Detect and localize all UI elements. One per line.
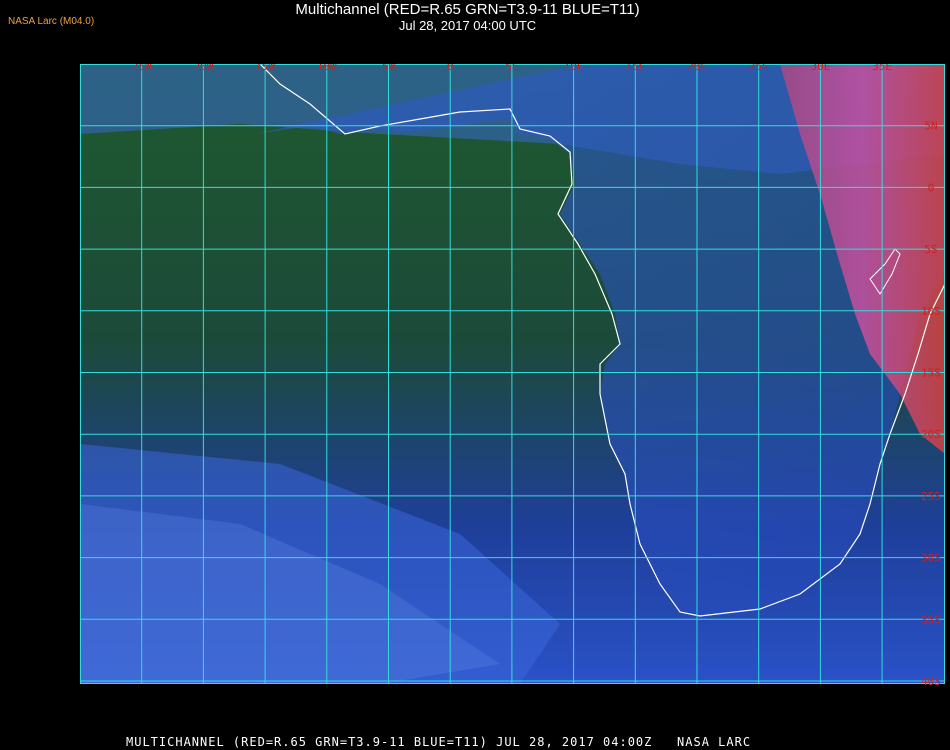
- latitude-label: 10S: [921, 305, 941, 318]
- longitude-label: 20W: [193, 64, 213, 73]
- latitude-label: 25S: [921, 490, 941, 503]
- satellite-image: 25W 20W 15W 10W 5W 0 5E 10E 15E 20E 25E 30E 35E 5N 0 5…: [80, 64, 945, 688]
- latitude-label: 35S: [921, 613, 941, 626]
- latitude-label: 15S: [921, 367, 941, 380]
- image-title: Multichannel (RED=R.65 GRN=T3.9-11 BLUE=…: [295, 1, 640, 18]
- longitude-label: 0: [447, 64, 454, 73]
- longitude-label: 30E: [810, 64, 830, 73]
- satellite-map[interactable]: 25W 20W 15W 10W 5W 0 5E 10E 15E 20E 25E 30E 35E 5N 0 5…: [80, 64, 945, 726]
- image-caption: MULTICHANNEL (RED=R.65 GRN=T3.9-11 BLUE=…: [126, 735, 752, 749]
- latitude-label: 5N: [924, 120, 937, 133]
- longitude-label: 10E: [564, 64, 584, 73]
- longitude-label: 25W: [132, 64, 152, 73]
- image-timestamp: Jul 28, 2017 04:00 UTC: [398, 18, 537, 33]
- latitude-label: 30S: [921, 552, 941, 565]
- longitude-label: 15E: [625, 64, 645, 73]
- longitude-label: 5E: [505, 64, 518, 73]
- latitude-label: 0: [928, 181, 935, 194]
- longitude-label: 25E: [749, 64, 769, 73]
- latitude-label: 40S: [921, 675, 941, 688]
- longitude-label: 20E: [687, 64, 707, 73]
- longitude-label: 10W: [317, 64, 337, 73]
- latitude-label: 20S: [921, 428, 941, 441]
- longitude-label: 35E: [872, 64, 892, 73]
- longitude-label: 15W: [255, 64, 275, 73]
- longitude-label: 5W: [382, 64, 396, 73]
- latitude-label: 5S: [924, 243, 937, 256]
